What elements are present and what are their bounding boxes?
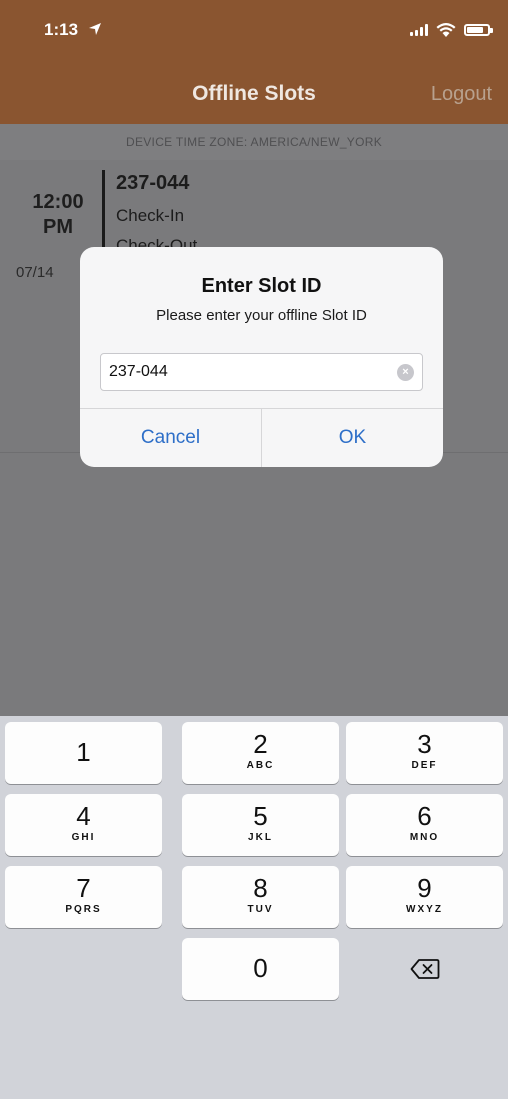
slot-time: 12:00 PM [18,190,98,240]
key-digit: 6 [417,801,432,831]
backspace-icon [410,959,439,979]
numeric-keypad: 1 2 ABC 3 DEF 4 GHI 5 JKL 6 MNO 7 PQRS 8… [0,716,508,1099]
slot-id: 237-044 [116,172,190,194]
key-1[interactable]: 1 [5,722,162,784]
navigation-bar: Offline Slots Logout [0,62,508,124]
key-digit: 1 [76,737,91,767]
slot-check-in: Check-In [116,206,185,225]
timezone-banner: DEVICE TIME ZONE: AMERICA/NEW_YORK [0,124,508,160]
cancel-button[interactable]: Cancel [80,409,261,467]
key-letters: MNO [409,832,440,843]
key-4[interactable]: 4 GHI [5,794,162,856]
key-2[interactable]: 2 ABC [182,722,339,784]
ok-button[interactable]: OK [262,409,443,467]
key-letters: JKL [248,832,273,843]
key-letters: WXYZ [406,904,443,915]
logout-button[interactable]: Logout [431,83,492,106]
key-3[interactable]: 3 DEF [346,722,503,784]
slot-date: 07/14 [16,264,54,281]
location-arrow-icon [89,23,101,35]
clear-icon[interactable]: × [397,364,414,381]
key-9[interactable]: 9 WXYZ [346,866,503,928]
key-digit: 9 [417,873,432,903]
slot-id-input[interactable] [101,354,381,390]
dialog-title: Enter Slot ID [201,275,322,297]
battery-icon [464,24,493,36]
key-digit: 0 [253,953,268,983]
key-digit: 5 [253,801,268,831]
key-5[interactable]: 5 JKL [182,794,339,856]
dialog-message: Please enter your offline Slot ID [156,307,367,324]
key-7[interactable]: 7 PQRS [5,866,162,928]
key-6[interactable]: 6 MNO [346,794,503,856]
status-icons [410,21,493,39]
slot-id-field[interactable]: × [100,353,423,391]
status-time: 1:13 [44,20,79,39]
key-letters: ABC [246,760,275,771]
enter-slot-id-dialog: Enter Slot ID Please enter your offline … [80,247,443,467]
key-letters: PQRS [65,904,102,915]
slot-time-meridiem: PM [43,216,73,238]
key-digit: 7 [76,873,91,903]
status-bar: 1:13 [0,0,508,62]
key-digit: 8 [253,873,268,903]
wifi-icon [436,23,456,37]
key-letters: TUV [247,904,274,915]
key-letters: GHI [71,832,96,843]
key-letters: DEF [411,760,438,771]
backspace-key[interactable] [346,938,503,1000]
key-digit: 2 [253,729,268,759]
signal-icon [410,24,428,36]
key-digit: 3 [417,729,432,759]
key-8[interactable]: 8 TUV [182,866,339,928]
slot-time-value: 12:00 [32,191,84,213]
key-0[interactable]: 0 [182,938,339,1000]
key-digit: 4 [76,801,91,831]
